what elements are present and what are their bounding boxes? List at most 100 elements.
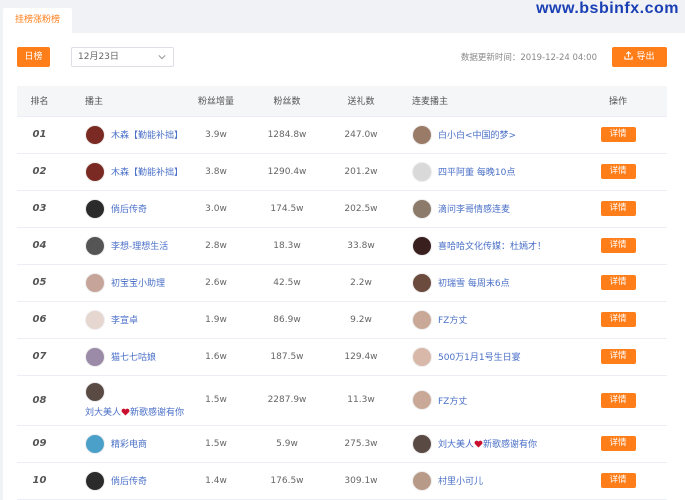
host-info: 猫七七咕娘	[85, 346, 191, 367]
host-avatar[interactable]	[85, 433, 105, 454]
rank-number: 05	[32, 277, 47, 288]
header-action: 操作	[569, 86, 667, 117]
co-name[interactable]: FZ方丈	[438, 313, 467, 326]
heart-icon	[474, 440, 483, 448]
table-row: 07 猫七七咕娘 1.6w 187.5w 129.4w 500万1月1号生日宴 详情	[17, 338, 667, 376]
header-co-host: 连麦播主	[389, 86, 569, 117]
export-button[interactable]: 导出	[612, 47, 667, 67]
gifts-cell: 11.3w	[333, 375, 389, 426]
co-host-avatar[interactable]	[412, 198, 432, 219]
co-name[interactable]: 四平阿董 每晚10点	[438, 165, 515, 178]
update-time-label: 数据更新时间：	[460, 53, 521, 63]
host-info: 倘后传奇	[85, 470, 191, 491]
co-host-avatar[interactable]	[412, 272, 432, 293]
fans-cell: 42.5w	[241, 264, 333, 302]
daily-ranking-button[interactable]: 日榜	[17, 47, 50, 67]
host-avatar[interactable]	[85, 161, 105, 182]
rank-cell: 03	[17, 190, 62, 228]
detail-button[interactable]: 详情	[600, 473, 636, 488]
host-avatar[interactable]	[85, 346, 105, 367]
host-name[interactable]: 李想-理想生活	[111, 239, 168, 252]
rank-number: 09	[32, 438, 47, 449]
detail-button[interactable]: 详情	[600, 164, 636, 179]
co-host-avatar[interactable]	[412, 235, 432, 256]
host-name[interactable]: 倘后传奇	[111, 474, 147, 487]
co-host-cell: 500万1月1号生日宴	[389, 338, 569, 376]
co-host-avatar[interactable]	[412, 470, 432, 491]
rank-cell: 09	[17, 425, 62, 463]
gifts-cell: 202.5w	[333, 190, 389, 228]
date-select[interactable]: 12月23日	[71, 47, 174, 67]
detail-button[interactable]: 详情	[600, 201, 636, 216]
co-host-avatar[interactable]	[412, 309, 432, 330]
co-name[interactable]: 500万1月1号生日宴	[438, 350, 521, 363]
detail-button[interactable]: 详情	[600, 436, 636, 451]
fans-cell: 187.5w	[241, 338, 333, 376]
co-host-avatar[interactable]	[412, 390, 432, 410]
gifts-cell: 2.2w	[333, 264, 389, 302]
co-name[interactable]: 刘大美人 新歌感谢有你	[438, 437, 537, 450]
host-name[interactable]: 刘大美人 新歌感谢有你	[85, 405, 184, 418]
host-name[interactable]: 倘后传奇	[111, 202, 147, 215]
tab-fans-gain-ranking[interactable]: 挂榜涨粉榜	[3, 8, 73, 33]
co-host-info: 初瑞雪 每周末6点	[412, 272, 569, 293]
detail-button[interactable]: 详情	[600, 392, 636, 408]
host-name[interactable]: 精彩电商	[111, 437, 147, 450]
co-host-avatar[interactable]	[412, 124, 432, 145]
host-name[interactable]: 初宝宝小助理	[111, 276, 165, 289]
host-name[interactable]: 木森【勤能补拙】	[111, 128, 183, 141]
fans-cell: 18.3w	[241, 227, 333, 265]
rank-number: 08	[32, 394, 47, 406]
host-avatar[interactable]	[85, 470, 105, 491]
rank-number: 06	[32, 314, 47, 325]
detail-button[interactable]: 详情	[600, 238, 636, 253]
host-avatar[interactable]	[85, 198, 105, 219]
main-panel: 日榜 12月23日 数据更新时间：2019-12-24 04:00 导出 排名 …	[3, 33, 685, 500]
host-avatar[interactable]	[85, 382, 105, 402]
rank-cell: 04	[17, 227, 62, 265]
fans-cell: 1284.8w	[241, 116, 333, 154]
host-info: 李宣卓	[85, 309, 191, 330]
host-cell: 刘大美人 新歌感谢有你	[62, 375, 191, 426]
detail-button[interactable]: 详情	[600, 127, 636, 142]
action-cell: 详情	[569, 264, 667, 302]
co-name[interactable]: 滴问李哥情感连麦	[438, 202, 510, 215]
action-cell: 详情	[569, 425, 667, 463]
rank-cell: 10	[17, 462, 62, 500]
co-name[interactable]: 初瑞雪 每周末6点	[438, 276, 510, 289]
co-host-avatar[interactable]	[412, 346, 432, 367]
host-name-part2: 新歌感谢有你	[130, 408, 185, 418]
co-name[interactable]: 喜哈哈文化传媒：杜嫣才！	[438, 239, 546, 252]
fans-gain-cell: 3.8w	[191, 153, 241, 191]
co-host-avatar[interactable]	[412, 161, 432, 182]
co-host-cell: 四平阿董 每晚10点	[389, 153, 569, 191]
host-name[interactable]: 李宣卓	[111, 313, 138, 326]
fans-cell: 2287.9w	[241, 375, 333, 426]
header-gifts: 送礼数	[333, 86, 389, 117]
detail-button[interactable]: 详情	[600, 312, 636, 327]
host-name[interactable]: 木森【勤能补拙】	[111, 165, 183, 178]
fans-gain-cell: 1.5w	[191, 375, 241, 426]
rank-number: 03	[32, 203, 47, 214]
rank-number: 07	[32, 351, 47, 362]
co-name[interactable]: FZ方丈	[438, 394, 467, 407]
table-row: 02 木森【勤能补拙】 3.8w 1290.4w 201.2w 四平阿董 每晚10点 详情	[17, 153, 667, 191]
host-name[interactable]: 猫七七咕娘	[111, 350, 156, 363]
detail-button[interactable]: 详情	[600, 275, 636, 290]
host-avatar[interactable]	[85, 124, 105, 145]
co-host-avatar[interactable]	[412, 433, 432, 454]
co-name[interactable]: 村里小可儿	[438, 474, 483, 487]
host-avatar[interactable]	[85, 309, 105, 330]
detail-button[interactable]: 详情	[600, 349, 636, 364]
host-avatar[interactable]	[85, 272, 105, 293]
rank-number: 10	[32, 475, 47, 486]
host-cell: 木森【勤能补拙】	[62, 116, 191, 154]
host-info: 精彩电商	[85, 433, 191, 454]
rank-number: 02	[32, 166, 47, 177]
host-avatar[interactable]	[85, 235, 105, 256]
co-name[interactable]: 白小白<中国的梦>	[438, 128, 516, 141]
action-cell: 详情	[569, 227, 667, 265]
table-row: 03 倘后传奇 3.0w 174.5w 202.5w 滴问李哥情感连麦 详情	[17, 190, 667, 228]
action-cell: 详情	[569, 116, 667, 154]
fans-gain-cell: 3.9w	[191, 116, 241, 154]
